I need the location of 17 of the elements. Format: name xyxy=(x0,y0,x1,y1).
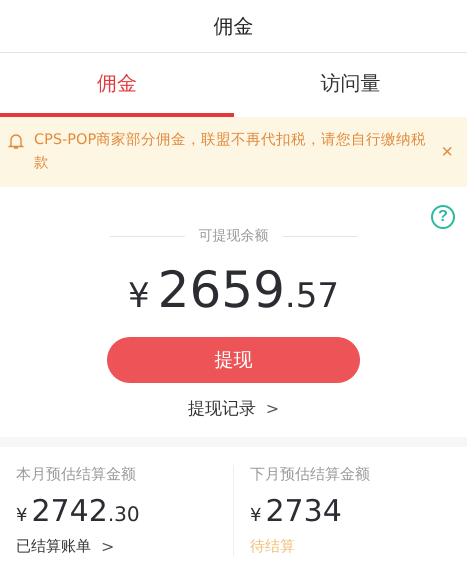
estimate-link[interactable]: 已结算账单 xyxy=(16,537,91,556)
close-button[interactable]: × xyxy=(441,141,453,164)
notice-text: CPS-POP商家部分佣金，联盟不再代扣税，请您自行缴纳税款 xyxy=(34,130,428,173)
withdraw-button[interactable]: 提现 xyxy=(107,337,360,383)
estimate-amount: ¥2742.30 xyxy=(16,494,141,529)
balance-label: 可提现余额 xyxy=(198,227,268,245)
estimate-label: 下月预估结算金额 xyxy=(250,465,371,484)
withdraw-record-link[interactable]: 提现记录 xyxy=(188,397,256,420)
page-title: 佣金 xyxy=(214,12,254,40)
balance-amount: ¥ 2659.57 xyxy=(128,261,339,319)
estimate-label: 本月预估结算金额 xyxy=(16,465,137,484)
tab[interactable]: 访问量 xyxy=(234,53,467,117)
chevron-icon: > xyxy=(266,399,280,418)
help-button[interactable]: ? xyxy=(431,205,455,229)
bell-icon xyxy=(8,132,24,150)
estimate-amount: ¥2734 xyxy=(250,494,343,529)
chevron-icon: > xyxy=(101,537,114,556)
